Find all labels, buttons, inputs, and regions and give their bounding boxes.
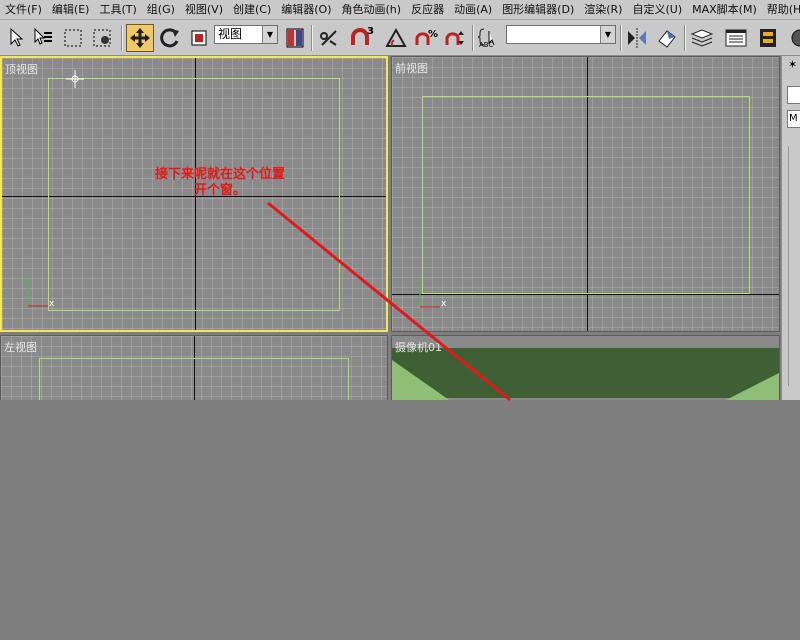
annotation-text: 接下来呢就在这个位置 开个窗。 — [130, 167, 310, 199]
annotation-arrow — [267, 201, 511, 402]
annotation-line-2: 开个窗。 — [193, 183, 246, 198]
annotation-line-1: 接下来呢就在这个位置 — [154, 167, 285, 182]
